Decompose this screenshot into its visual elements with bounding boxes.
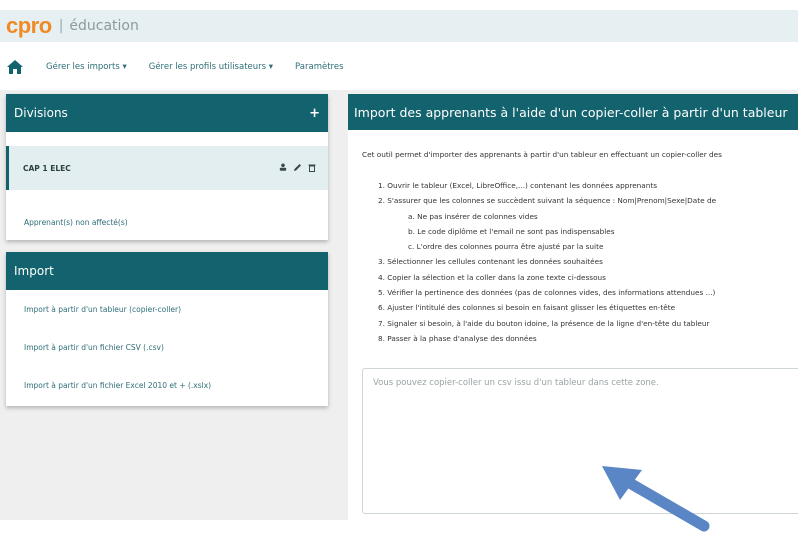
step-3: 3. Sélectionner les cellules contenant l… [378,257,603,267]
trash-icon[interactable] [308,163,316,174]
unassigned-learners-item[interactable]: Apprenant(s) non affecté(s) [6,190,328,238]
division-item-cap1-elec[interactable]: CAP 1 ELEC [6,146,328,190]
nav-settings[interactable]: Paramètres [295,62,343,72]
nav-manage-user-profiles[interactable]: Gérer les profils utilisateurs ▾ [149,62,273,72]
paste-textarea[interactable]: Vous pouvez copier-coller un csv issu d'… [362,368,798,514]
edit-icon[interactable] [293,163,302,174]
step-2: 2. S'assurer que les colonnes se succède… [378,196,717,206]
paste-textarea-placeholder: Vous pouvez copier-coller un csv issu d'… [373,378,659,388]
step-8: 8. Passer à la phase d'analyse des donné… [378,333,537,343]
step-2a: a. Ne pas insérer de colonnes vides [408,211,538,221]
step-4: 4. Copier la sélection et la coller dans… [378,272,606,282]
app-window: cpro | éducation Gérer les imports ▾ Gér… [0,0,798,533]
import-spreadsheet-link[interactable]: Import à partir d'un tableur (copier-col… [24,305,181,314]
logo-separator: | [58,18,64,34]
intro-text: Cet outil permet d'importer des apprenan… [362,150,722,159]
divisions-header: Divisions + [6,94,328,132]
step-2c: c. L'ordre des colonnes pourra être ajus… [408,242,604,252]
import-excel-link[interactable]: Import à partir d'un fichier Excel 2010 … [24,381,211,390]
logo-subtitle: éducation [69,18,139,34]
unassigned-learners-link[interactable]: Apprenant(s) non affecté(s) [24,218,128,227]
division-actions [279,163,316,174]
step-6: 6. Ajuster l'intitulé des colonnes si be… [378,303,676,313]
import-tool-title: Import des apprenants à l'aide d'un copi… [354,104,788,120]
import-csv-item[interactable]: Import à partir d'un fichier CSV (.csv) [6,328,328,366]
steps-list: 1. Ouvrir le tableur (Excel, LibreOffice… [378,178,716,346]
add-division-button[interactable]: + [309,106,320,121]
arrow-icon [602,466,710,532]
import-title: Import [14,264,54,278]
import-tool-header: Import des apprenants à l'aide d'un copi… [348,94,798,130]
import-header: Import [6,252,328,290]
import-excel-item[interactable]: Import à partir d'un fichier Excel 2010 … [6,366,328,404]
user-icon[interactable] [279,163,287,173]
step-7: 7. Signaler si besoin, à l'aide du bouto… [378,318,710,328]
division-label: CAP 1 ELEC [23,163,71,173]
import-csv-link[interactable]: Import à partir d'un fichier CSV (.csv) [24,343,164,352]
import-tool-panel: Import des apprenants à l'aide d'un copi… [348,94,798,520]
import-panel: Import Import à partir d'un tableur (cop… [6,252,328,406]
step-2b: b. Le code diplôme et l'email ne sont pa… [408,226,615,236]
brand-bar: cpro | éducation [0,10,798,42]
nav-manage-imports[interactable]: Gérer les imports ▾ [46,62,127,72]
divisions-panel: Divisions + CAP 1 ELEC Apprenant(s) non … [6,94,328,240]
step-1: 1. Ouvrir le tableur (Excel, LibreOffice… [378,181,658,190]
cpro-logo[interactable]: cpro [6,13,52,39]
home-icon[interactable] [6,59,24,75]
divisions-title: Divisions [14,106,68,120]
step-5: 5. Vérifier la pertinence des données (p… [378,288,716,298]
import-spreadsheet-item[interactable]: Import à partir d'un tableur (copier-col… [6,290,328,328]
main-nav: Gérer les imports ▾ Gérer les profils ut… [0,54,798,80]
